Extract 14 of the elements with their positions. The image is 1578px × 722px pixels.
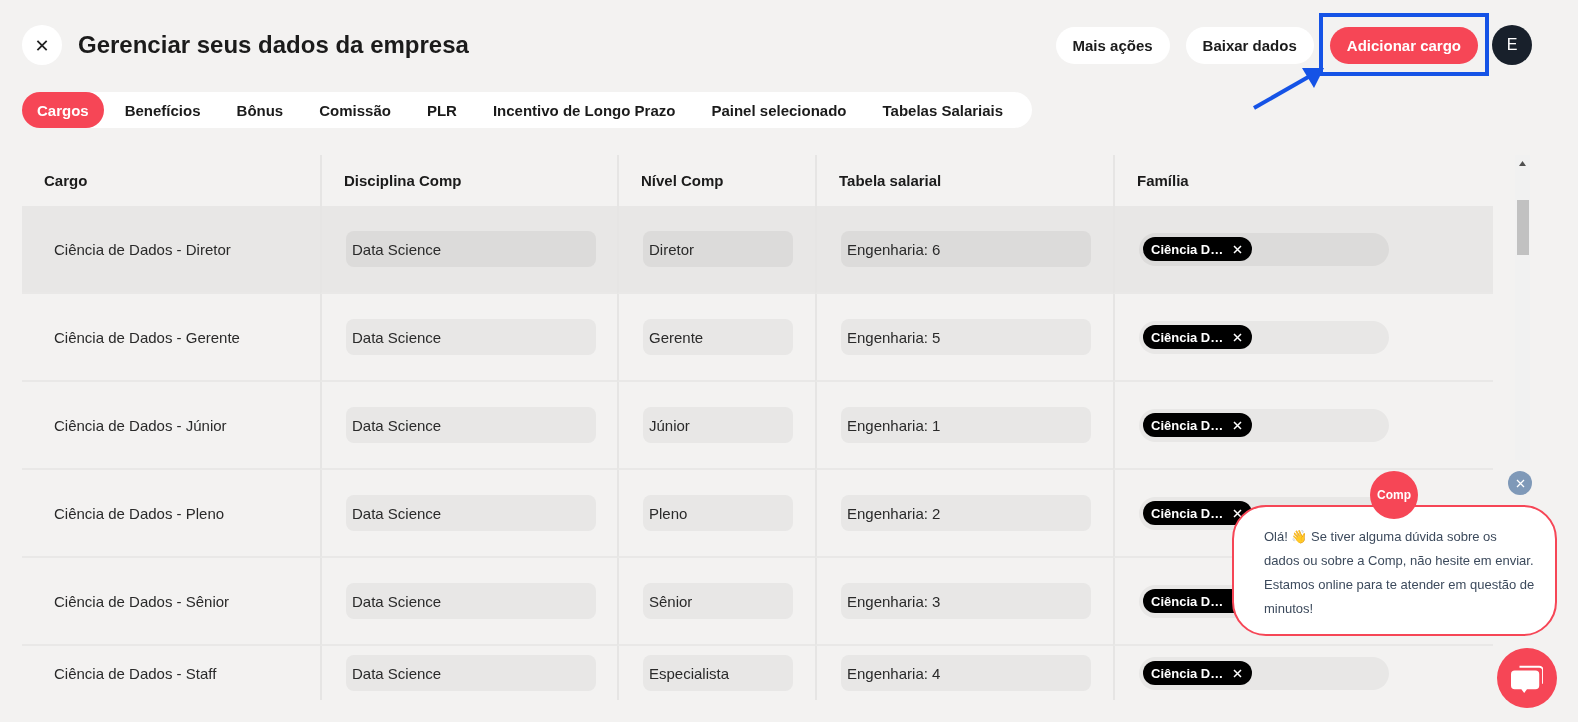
family-tag: Ciência D… (1143, 237, 1253, 261)
table-cell-text: Ciência de Dados - Gerente (53, 328, 240, 346)
chat-badge: Comp (1370, 471, 1418, 519)
family-tag: Ciência D… (1143, 661, 1253, 685)
family-tag: Ciência D… (1143, 325, 1253, 349)
table-cell-text: Ciência de Dados - Diretor (53, 240, 231, 258)
table-cell-text: Ciência de Dados - Staff (53, 664, 217, 682)
family-tag: Ciência D… (1143, 501, 1253, 525)
family-tag: Ciência D… (1143, 413, 1253, 437)
table-cell-text: Ciência de Dados - Pleno (53, 504, 225, 522)
column-header: Cargo (43, 171, 89, 191)
page-title: Gerenciar seus dados da empresa (78, 31, 470, 59)
table-cell-text: Ciência de Dados - Júnior (53, 416, 227, 434)
table-cell-text: Ciência de Dados - Sênior (53, 592, 230, 610)
